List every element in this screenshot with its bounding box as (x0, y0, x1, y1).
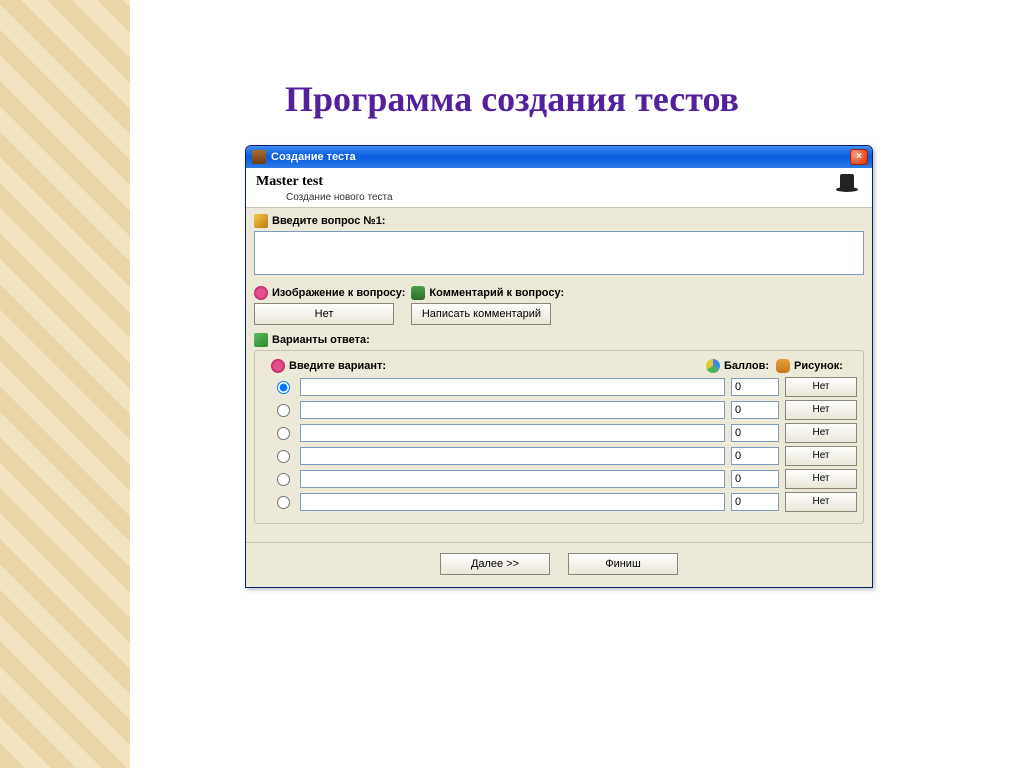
comment-column: Комментарий к вопросу: Написать коммента… (411, 286, 564, 325)
question-label: Введите вопрос №1: (254, 214, 864, 228)
pencil-icon (254, 214, 268, 228)
answer-picture-button[interactable]: Нет (785, 492, 857, 512)
answer-picture-button[interactable]: Нет (785, 446, 857, 466)
wizard-subtitle: Создание нового теста (286, 192, 862, 203)
answer-variant-input[interactable] (300, 470, 725, 488)
next-button[interactable]: Далее >> (440, 553, 550, 575)
answer-row: Нет (273, 469, 857, 489)
question-textarea[interactable] (254, 231, 864, 275)
answer-row: Нет (273, 377, 857, 397)
slide-title: Программа создания тестов (0, 78, 1024, 120)
answers-groupbox: Введите вариант: Баллов: Рисунок: Нет Нет… (254, 350, 864, 524)
answer-variant-input[interactable] (300, 401, 725, 419)
answer-picture-button[interactable]: Нет (785, 469, 857, 489)
comment-icon (411, 286, 425, 300)
image-column: Изображение к вопросу: Нет (254, 286, 405, 325)
wizard-hat-icon (836, 174, 860, 196)
answer-score-input[interactable] (731, 470, 779, 488)
answer-picture-button[interactable]: Нет (785, 423, 857, 443)
answer-variant-input[interactable] (300, 378, 725, 396)
answer-variant-input[interactable] (300, 447, 725, 465)
answers-section: Варианты ответа: Введите вариант: Баллов… (254, 333, 864, 524)
answer-variant-input[interactable] (300, 424, 725, 442)
picture-header-text: Рисунок: (794, 360, 843, 372)
answer-picture-button[interactable]: Нет (785, 400, 857, 420)
picture-header-icon (776, 359, 790, 373)
answer-row: Нет (273, 492, 857, 512)
answer-radio[interactable] (277, 450, 290, 463)
comment-label: Комментарий к вопросу: (411, 286, 564, 300)
answer-radio[interactable] (277, 381, 290, 394)
variant-header-text: Введите вариант: (289, 360, 386, 372)
score-header-icon (706, 359, 720, 373)
answer-radio[interactable] (277, 496, 290, 509)
variant-header-icon (271, 359, 285, 373)
window-close-button[interactable]: × (850, 149, 868, 165)
dialog-footer: Далее >> Финиш (246, 542, 872, 587)
question-label-text: Введите вопрос №1: (272, 215, 385, 227)
dialog-window: Создание теста × Master test Создание но… (245, 145, 873, 588)
comment-write-button[interactable]: Написать комментарий (411, 303, 551, 325)
answer-variant-input[interactable] (300, 493, 725, 511)
answers-header-row: Введите вариант: Баллов: Рисунок: (271, 359, 857, 373)
window-titlebar: Создание теста × (246, 146, 872, 168)
window-title-text: Создание теста (271, 151, 850, 163)
answer-picture-button[interactable]: Нет (785, 377, 857, 397)
answer-score-input[interactable] (731, 447, 779, 465)
answer-radio[interactable] (277, 427, 290, 440)
image-comment-section: Изображение к вопросу: Нет Комментарий к… (254, 286, 864, 325)
answers-label-text: Варианты ответа: (272, 334, 370, 346)
answer-score-input[interactable] (731, 493, 779, 511)
finish-button[interactable]: Финиш (568, 553, 678, 575)
image-select-button[interactable]: Нет (254, 303, 394, 325)
answer-row: Нет (273, 400, 857, 420)
flower-icon (254, 286, 268, 300)
wizard-header: Master test Создание нового теста (246, 168, 872, 208)
question-section: Введите вопрос №1: (254, 214, 864, 278)
answer-radio[interactable] (277, 404, 290, 417)
answers-label: Варианты ответа: (254, 333, 864, 347)
score-header-text: Баллов: (724, 360, 769, 372)
wizard-title: Master test (256, 174, 862, 190)
answer-row: Нет (273, 446, 857, 466)
image-label: Изображение к вопросу: (254, 286, 405, 300)
answer-score-input[interactable] (731, 401, 779, 419)
comment-label-text: Комментарий к вопросу: (429, 287, 564, 299)
answer-row: Нет (273, 423, 857, 443)
answers-icon (254, 333, 268, 347)
app-icon (252, 150, 266, 164)
answer-radio[interactable] (277, 473, 290, 486)
answer-score-input[interactable] (731, 424, 779, 442)
dialog-body: Введите вопрос №1: Изображение к вопросу… (246, 208, 872, 542)
answer-score-input[interactable] (731, 378, 779, 396)
image-label-text: Изображение к вопросу: (272, 287, 405, 299)
